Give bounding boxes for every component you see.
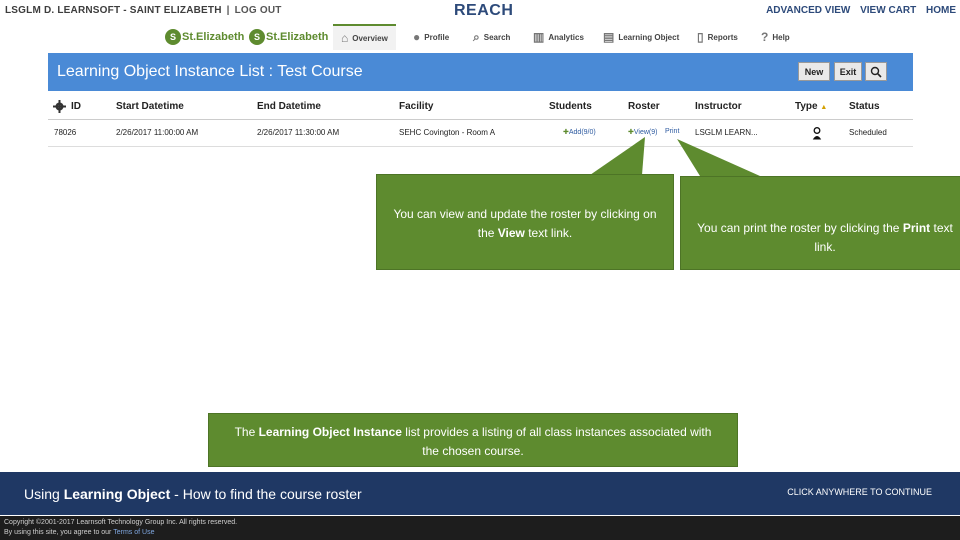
students-add-link[interactable]: ✚Add(9/0) xyxy=(563,128,596,136)
user-info: LSGLM D. LEARNSOFT - SAINT ELIZABETH | L… xyxy=(5,5,282,16)
cell-id: 78026 xyxy=(54,128,77,137)
roster-view-label: View(9) xyxy=(633,129,658,136)
copyright-text: Copyright ©2001-2017 Learnsoft Technolog… xyxy=(4,519,238,526)
lesson-title: Using Learning Object - How to find the … xyxy=(24,486,362,502)
col-instructor[interactable]: Instructor xyxy=(695,101,742,112)
callout-list-text: The xyxy=(234,425,259,439)
brand-title: REACH xyxy=(454,2,514,19)
students-add-label: Add(9/0) xyxy=(568,129,596,136)
callout-print-bold: Print xyxy=(902,221,931,235)
sort-arrow-icon: ▲ xyxy=(820,104,828,111)
cell-end: 2/26/2017 11:30:00 AM xyxy=(257,128,340,137)
col-status[interactable]: Status xyxy=(849,101,880,112)
terms-line: By using this site, you agree to our Ter… xyxy=(4,529,154,536)
nav-label: Reports xyxy=(707,32,738,42)
logo-text: St.Elizabeth xyxy=(182,31,245,43)
cell-facility: SEHC Covington - Room A xyxy=(399,128,496,137)
lesson-title-bold: Learning Object xyxy=(63,486,171,502)
nav-profile[interactable]: ● Profile xyxy=(413,24,449,50)
terms-text: By using this site, you agree to our xyxy=(4,529,112,536)
top-bar: LSGLM D. LEARNSOFT - SAINT ELIZABETH | L… xyxy=(0,0,960,22)
table-row: 78026 2/26/2017 11:00:00 AM 2/26/2017 11… xyxy=(48,121,913,147)
document-icon: ▯ xyxy=(697,30,704,44)
nav-bar: S St.Elizabeth S St.Elizabeth ⌂ Overview… xyxy=(0,24,960,52)
header-divider xyxy=(942,65,943,78)
nav-label: Analytics xyxy=(548,32,584,42)
col-end-datetime[interactable]: End Datetime xyxy=(257,101,321,112)
gear-icon[interactable] xyxy=(53,100,66,113)
copyright-bar: Copyright ©2001-2017 Learnsoft Technolog… xyxy=(0,516,960,540)
logo-st-elizabeth-1: S St.Elizabeth xyxy=(165,28,244,46)
nav-overview[interactable]: ⌂ Overview xyxy=(333,24,396,50)
nav-label: Help xyxy=(772,32,790,42)
col-id[interactable]: ID xyxy=(71,101,81,112)
footer-bar[interactable]: Using Learning Object - How to find the … xyxy=(0,472,960,515)
home-icon: ⌂ xyxy=(341,31,349,45)
col-facility[interactable]: Facility xyxy=(399,101,433,112)
screen: LSGLM D. LEARNSOFT - SAINT ELIZABETH | L… xyxy=(0,0,960,540)
logout-link[interactable]: LOG OUT xyxy=(235,5,282,16)
roster-print-link[interactable]: Print xyxy=(665,128,679,135)
roster-view-link[interactable]: ✚View(9) xyxy=(628,128,657,136)
advanced-view-link[interactable]: ADVANCED VIEW xyxy=(766,5,850,16)
terms-link[interactable]: Terms of Use xyxy=(113,529,154,536)
lesson-title-prefix: Using xyxy=(24,486,64,502)
person-icon xyxy=(812,127,822,140)
logo-mark-icon: S xyxy=(165,29,181,45)
nav-label: Learning Object xyxy=(618,32,680,42)
nav-search[interactable]: ⌕ Search xyxy=(473,24,510,50)
table-header: ID Start Datetime End Datetime Facility … xyxy=(48,94,913,120)
col-students[interactable]: Students xyxy=(549,101,592,112)
col-type[interactable]: Type ▲ xyxy=(795,101,827,112)
callout-view-suffix: text link. xyxy=(524,226,573,240)
logo-text: St.Elizabeth xyxy=(266,31,329,43)
continue-link[interactable]: CLICK ANYWHERE TO CONTINUE xyxy=(787,487,932,497)
top-links: ADVANCED VIEW VIEW CART HOME xyxy=(759,5,956,16)
exit-button[interactable]: Exit xyxy=(834,62,862,81)
callout-list-suffix: list provides a listing of all class ins… xyxy=(401,425,712,458)
callout-print-text: You can print the roster by clicking the xyxy=(697,221,903,235)
cell-start: 2/26/2017 11:00:00 AM xyxy=(116,128,199,137)
user-name: LSGLM D. LEARNSOFT - SAINT ELIZABETH xyxy=(5,5,222,16)
logo-st-elizabeth-2: S St.Elizabeth xyxy=(249,28,328,46)
lesson-title-suffix: - How to find the course roster xyxy=(170,486,362,502)
callout-print: You can print the roster by clicking the… xyxy=(680,176,960,270)
view-cart-link[interactable]: VIEW CART xyxy=(860,5,916,16)
nav-learning-object[interactable]: ▤ Learning Object xyxy=(603,24,679,50)
chart-icon: ▥ xyxy=(533,30,545,44)
search-button[interactable] xyxy=(865,62,887,81)
cell-instructor: LSGLM LEARN... xyxy=(695,128,758,137)
search-icon xyxy=(870,66,882,78)
home-link[interactable]: HOME xyxy=(926,5,956,16)
col-roster[interactable]: Roster xyxy=(628,101,660,112)
help-icon: ? xyxy=(761,30,769,44)
separator: | xyxy=(226,5,230,16)
panel-header: Learning Object Instance List : Test Cou… xyxy=(48,53,943,91)
callout-list: The Learning Object Instance list provid… xyxy=(208,413,738,467)
col-start-datetime[interactable]: Start Datetime xyxy=(116,101,184,112)
nav-reports[interactable]: ▯ Reports xyxy=(697,24,738,50)
nav-analytics[interactable]: ▥ Analytics xyxy=(533,24,584,50)
new-button[interactable]: New xyxy=(798,62,830,81)
col-type-label: Type xyxy=(795,101,818,112)
user-icon: ● xyxy=(413,30,421,44)
search-icon: ⌕ xyxy=(473,29,480,44)
nav-label: Search xyxy=(483,32,511,42)
cell-status: Scheduled xyxy=(849,128,887,137)
callout-view-bold: View xyxy=(497,226,525,240)
book-icon: ▤ xyxy=(603,30,615,44)
nav-label: Profile xyxy=(424,32,450,42)
callout-list-bold: Learning Object Instance xyxy=(258,425,402,439)
nav-help[interactable]: ? Help xyxy=(761,24,790,50)
page-title: Learning Object Instance List : Test Cou… xyxy=(57,63,363,80)
logo-mark-icon: S xyxy=(249,29,265,45)
nav-label: Overview xyxy=(352,33,388,43)
callout-view: You can view and update the roster by cl… xyxy=(376,174,674,270)
